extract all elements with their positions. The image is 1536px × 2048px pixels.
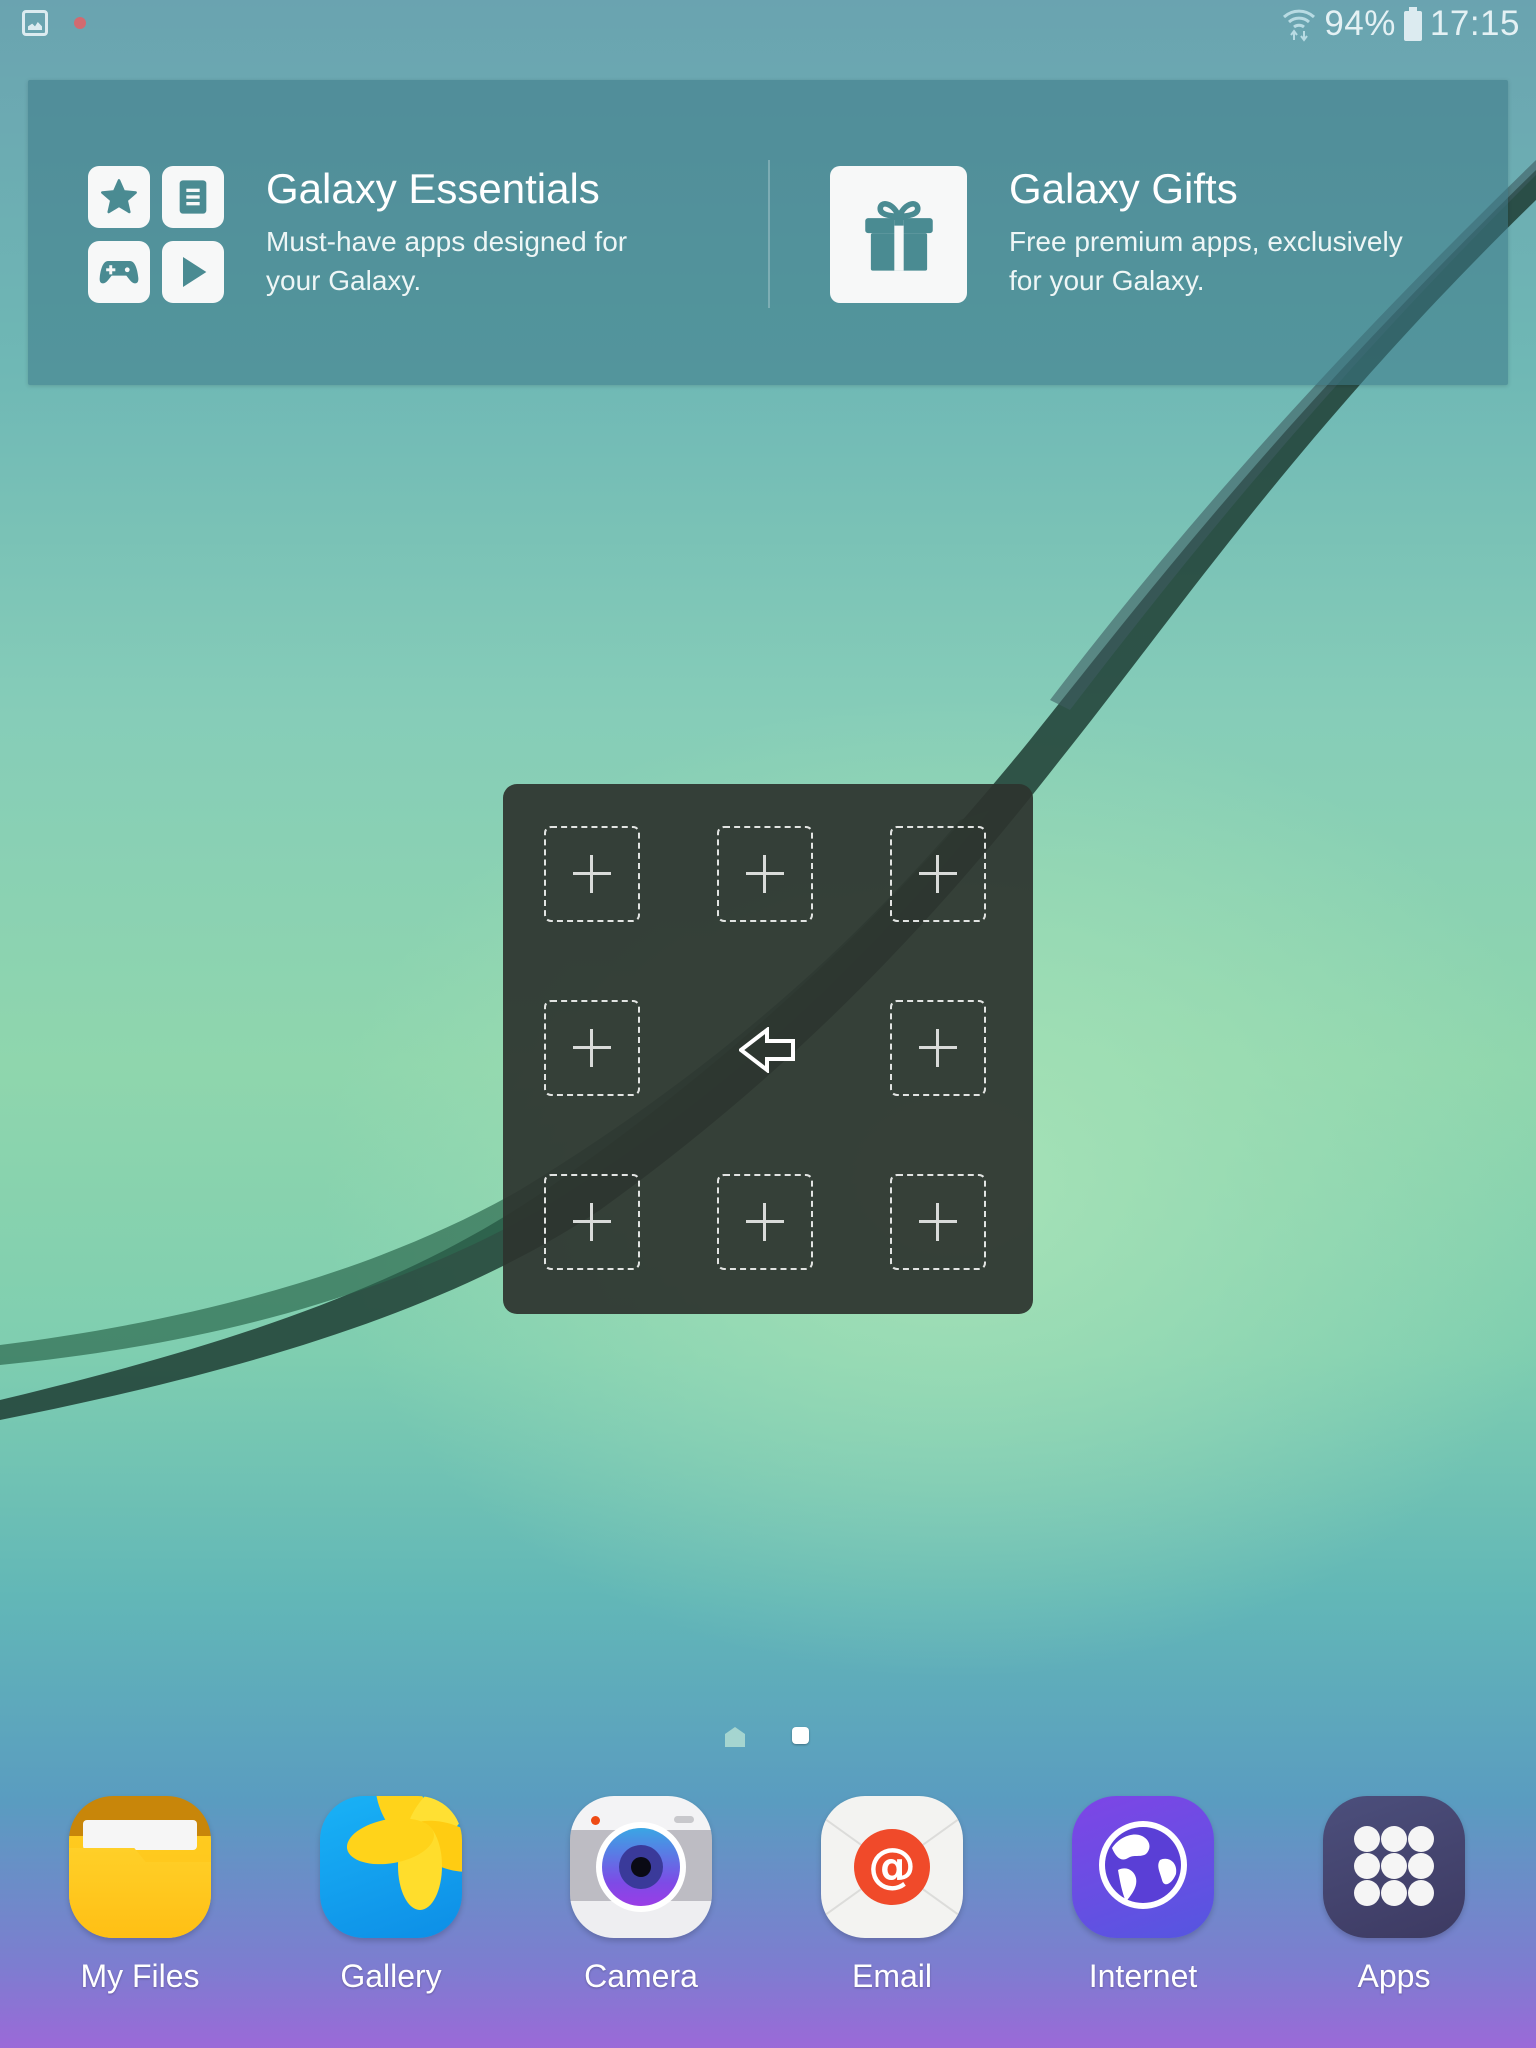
app-label: Email	[851, 1958, 932, 1994]
app-my-files[interactable]: My Files	[40, 1796, 240, 1995]
add-items-panel	[503, 784, 1033, 1314]
widget-divider	[768, 160, 770, 308]
globe-icon	[1072, 1796, 1214, 1938]
home-page-indicator[interactable]	[725, 1727, 745, 1747]
galaxy-gifts-link[interactable]: Galaxy Gifts Free premium apps, exclusiv…	[830, 165, 1429, 303]
app-label: My Files	[80, 1958, 200, 1994]
back-arrow-icon[interactable]	[739, 1027, 797, 1073]
app-grid-icon	[1323, 1796, 1465, 1938]
galaxy-essentials-link[interactable]: Galaxy Essentials Must-have apps designe…	[88, 165, 686, 303]
gamepad-icon	[88, 241, 150, 303]
battery-icon	[1403, 6, 1422, 41]
app-apps[interactable]: Apps	[1294, 1796, 1494, 1995]
plus-icon	[919, 1203, 957, 1241]
galaxy-gifts-title: Galaxy Gifts	[1009, 165, 1238, 212]
galaxy-apps-widget: Galaxy Essentials Must-have apps designe…	[28, 80, 1508, 385]
add-slot[interactable]	[890, 1174, 986, 1270]
app-label: Gallery	[340, 1958, 442, 1994]
add-slot[interactable]	[544, 1174, 640, 1270]
current-page-indicator[interactable]	[792, 1727, 809, 1744]
image-notification-icon[interactable]	[22, 10, 48, 36]
app-label: Apps	[1357, 1958, 1431, 1994]
add-slot[interactable]	[717, 1174, 813, 1270]
app-gallery[interactable]: Gallery	[291, 1796, 491, 1995]
battery-percent: 94%	[1324, 4, 1396, 43]
add-slot[interactable]	[544, 826, 640, 922]
camera-icon	[570, 1796, 712, 1938]
svg-text:@: @	[868, 1838, 916, 1894]
app-internet[interactable]: Internet	[1043, 1796, 1243, 1995]
app-label: Internet	[1088, 1958, 1198, 1994]
flower-icon	[320, 1796, 462, 1938]
add-slot[interactable]	[717, 826, 813, 922]
clock: 17:15	[1429, 4, 1520, 43]
star-icon	[88, 166, 150, 228]
add-slot[interactable]	[890, 826, 986, 922]
gift-icon	[830, 166, 967, 303]
galaxy-gifts-description: Free premium apps, exclusively for your …	[1009, 226, 1403, 296]
plus-icon	[746, 855, 784, 893]
folder-icon	[69, 1796, 211, 1938]
add-slot[interactable]	[890, 1000, 986, 1096]
galaxy-essentials-title: Galaxy Essentials	[266, 165, 600, 212]
status-bar: 94% 17:15	[0, 0, 1536, 52]
plus-icon	[573, 1203, 611, 1241]
galaxy-essentials-description: Must-have apps designed for your Galaxy.	[266, 226, 628, 296]
play-icon	[162, 241, 224, 303]
document-icon	[162, 166, 224, 228]
app-email[interactable]: @ Email	[792, 1796, 992, 1995]
wifi-data-icon	[1283, 9, 1316, 42]
plus-icon	[573, 855, 611, 893]
plus-icon	[573, 1029, 611, 1067]
recording-dot-icon	[74, 17, 86, 29]
email-at-icon: @	[821, 1796, 963, 1938]
plus-icon	[919, 855, 957, 893]
galaxy-essentials-icon	[88, 166, 224, 303]
plus-icon	[919, 1029, 957, 1067]
plus-icon	[746, 1203, 784, 1241]
app-label: Camera	[584, 1958, 698, 1994]
app-camera[interactable]: Camera	[541, 1796, 741, 1995]
add-slot[interactable]	[544, 1000, 640, 1096]
